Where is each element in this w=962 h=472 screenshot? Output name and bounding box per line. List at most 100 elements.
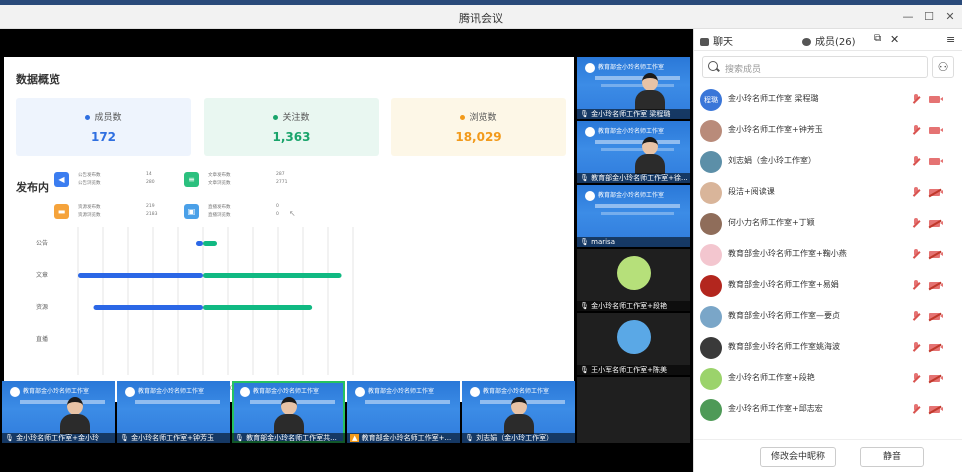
search-input[interactable]: 搜索成员 (725, 62, 761, 75)
participant-video-tile[interactable]: 🎙 王小军名师工作室+陈美 (577, 313, 690, 375)
camera-off-icon[interactable] (929, 251, 943, 258)
avatar (700, 337, 722, 359)
avatar: 程璐 (700, 89, 722, 111)
maximize-icon[interactable]: ☐ (921, 9, 937, 25)
views-count-card: 浏览数 18,029 (391, 98, 566, 156)
camera-icon[interactable] (929, 96, 943, 103)
publish-stats-right: ≡ 文章发布数 287 文章浏览数 2771 ▣ 直播发布数 0 直播浏览数 0 (184, 169, 414, 225)
rename-button[interactable]: 修改会中昵称 (760, 447, 836, 467)
mute-all-button[interactable]: 静音 (860, 447, 924, 467)
participant-video-tile[interactable]: 教育部金小玲名师工作室 ▲ 教育部金小玲名师工作室+... (347, 381, 460, 443)
mic-muted-icon[interactable] (912, 373, 920, 384)
member-row[interactable]: 程璐 金小玲名师工作室 梁程璐 (694, 85, 962, 116)
close-icon[interactable]: ✕ (942, 9, 958, 25)
member-row[interactable]: 教育部金小玲名师工作室—要贞 (694, 302, 962, 333)
member-name: 金小玲名师工作室+段艳 (728, 373, 815, 382)
avatar (700, 182, 722, 204)
menu-icon[interactable]: ≡ (946, 33, 955, 46)
follow-count-value: 1,363 (272, 130, 311, 144)
tile-banner-text: 教育部金小玲名师工作室 (598, 64, 665, 71)
member-row[interactable]: 教育部金小玲名师工作室+鞠小燕 (694, 240, 962, 271)
mic-muted-icon[interactable] (912, 404, 920, 415)
member-name: 教育部金小玲名师工作室—要贞 (728, 311, 840, 320)
camera-off-icon[interactable] (929, 220, 943, 227)
mic-muted-icon[interactable] (912, 125, 920, 136)
meeting-stage: 数据概览 成员数 172 关注数 1,363 浏览数 18,029 发布内 ◀ … (0, 29, 693, 472)
mic-muted-icon[interactable] (912, 342, 920, 353)
mic-muted-icon[interactable] (912, 280, 920, 291)
panel-footer: 修改会中昵称 静音 (694, 439, 962, 472)
participant-video-tile[interactable]: 🎙 金小玲名师工作室+段艳 (577, 249, 690, 311)
mic-muted-icon[interactable] (912, 249, 920, 260)
popout-icon[interactable]: ⧉ (874, 33, 881, 44)
tab-members[interactable]: 成员(26) (802, 33, 856, 48)
participant-video (635, 73, 665, 110)
bar-viewed (203, 241, 217, 246)
participant-video (274, 397, 304, 434)
mic-muted-icon[interactable] (912, 311, 920, 322)
camera-icon[interactable] (929, 158, 943, 165)
member-row[interactable]: 教育部金小玲名师工作室+易娟 (694, 271, 962, 302)
participant-avatar (617, 256, 651, 290)
camera-off-icon[interactable] (929, 406, 943, 413)
member-name: 段洁+阅读课 (728, 187, 775, 196)
avatar (700, 151, 722, 173)
tile-banner-text: 教育部金小玲名师工作室 (253, 388, 320, 395)
publish-stat-value: 14 (146, 172, 152, 177)
member-row[interactable]: 刘志娟（金小玲工作室） (694, 147, 962, 178)
member-search[interactable]: 搜索成员 (702, 56, 928, 78)
mic-muted-icon[interactable] (912, 218, 920, 229)
member-row[interactable]: 金小玲名师工作室+钟芳玉 (694, 116, 962, 147)
tile-banner: 教育部金小玲名师工作室 (355, 386, 454, 398)
participant-video-tile[interactable]: 教育部金小玲名师工作室 🎙 教育部金小玲名师工作室+徐... (577, 121, 690, 183)
banner-subtitle (601, 212, 674, 215)
bar-published (196, 241, 203, 246)
member-row[interactable]: 金小玲名师工作室+邱志宏 (694, 395, 962, 426)
participant-video-tile[interactable]: 教育部金小玲名师工作室 🎙 marisa (577, 185, 690, 247)
camera-off-icon[interactable] (929, 344, 943, 351)
member-name: 教育部金小玲名师工作室+易娟 (728, 280, 839, 289)
tab-chat[interactable]: 聊天 (700, 33, 733, 48)
tab-chat-label: 聊天 (713, 37, 733, 48)
camera-icon[interactable] (929, 127, 943, 134)
participant-video-tile[interactable]: 教育部金小玲名师工作室 🎙 刘志娟（金小玲工作室） (462, 381, 575, 443)
participant-video (504, 397, 534, 434)
tile-banner-text: 教育部金小玲名师工作室 (483, 388, 550, 395)
panel-tabs: 聊天 成员(26) ⧉ ✕ ≡ (694, 29, 962, 51)
camera-off-icon[interactable] (929, 313, 943, 320)
participant-video-tile[interactable]: 教育部金小玲名师工作室 🎙 金小玲名师工作室+钟芳玉 (117, 381, 230, 443)
participant-name: 🎙 金小玲名师工作室+段艳 (577, 301, 690, 311)
category-label: 公告 (36, 239, 48, 247)
members-count-value: 172 (90, 130, 117, 144)
member-row[interactable]: 何小力名师工作室+丁颖 (694, 209, 962, 240)
mic-muted-icon[interactable] (912, 156, 920, 167)
close-panel-icon[interactable]: ✕ (890, 33, 899, 46)
camera-off-icon[interactable] (929, 282, 943, 289)
camera-off-icon[interactable] (929, 375, 943, 382)
member-row[interactable]: 段洁+阅读课 (694, 178, 962, 209)
participant-video-tile[interactable]: 教育部金小玲名师工作室 🎙 教育部金小玲名师工作室共... (232, 381, 345, 443)
participant-video-tile-empty[interactable] (577, 381, 690, 443)
mic-muted-icon[interactable] (912, 94, 920, 105)
invite-member-icon[interactable]: ⚇ (932, 56, 954, 78)
document-icon: ≡ (184, 172, 199, 187)
publish-stat-label: 直播浏览数 (208, 213, 231, 218)
avatar (700, 275, 722, 297)
bar-viewed (203, 273, 342, 278)
cursor-icon: ↖ (289, 209, 296, 218)
member-row[interactable]: 金小玲名师工作室+段艳 (694, 364, 962, 395)
speaker-icon: ◀ (54, 172, 69, 187)
school-seal-icon (470, 386, 480, 397)
participant-video-tile[interactable]: 教育部金小玲名师工作室 🎙 金小玲名师工作室+金小玲 (2, 381, 115, 443)
camera-off-icon[interactable] (929, 189, 943, 196)
minimize-icon[interactable]: — (900, 9, 916, 25)
publish-stat-value: 2183 (146, 212, 158, 217)
participant-video (60, 397, 90, 434)
school-seal-icon (240, 386, 250, 397)
tile-banner-text: 教育部金小玲名师工作室 (598, 192, 665, 199)
participant-name: 🎙 marisa (577, 237, 690, 247)
mic-muted-icon[interactable] (912, 187, 920, 198)
participant-video-tile[interactable]: 教育部金小玲名师工作室 🎙 金小玲名师工作室 梁程璐 (577, 57, 690, 119)
category-label: 直播 (36, 335, 48, 343)
member-row[interactable]: 教育部金小玲名师工作室姚海波 (694, 333, 962, 364)
